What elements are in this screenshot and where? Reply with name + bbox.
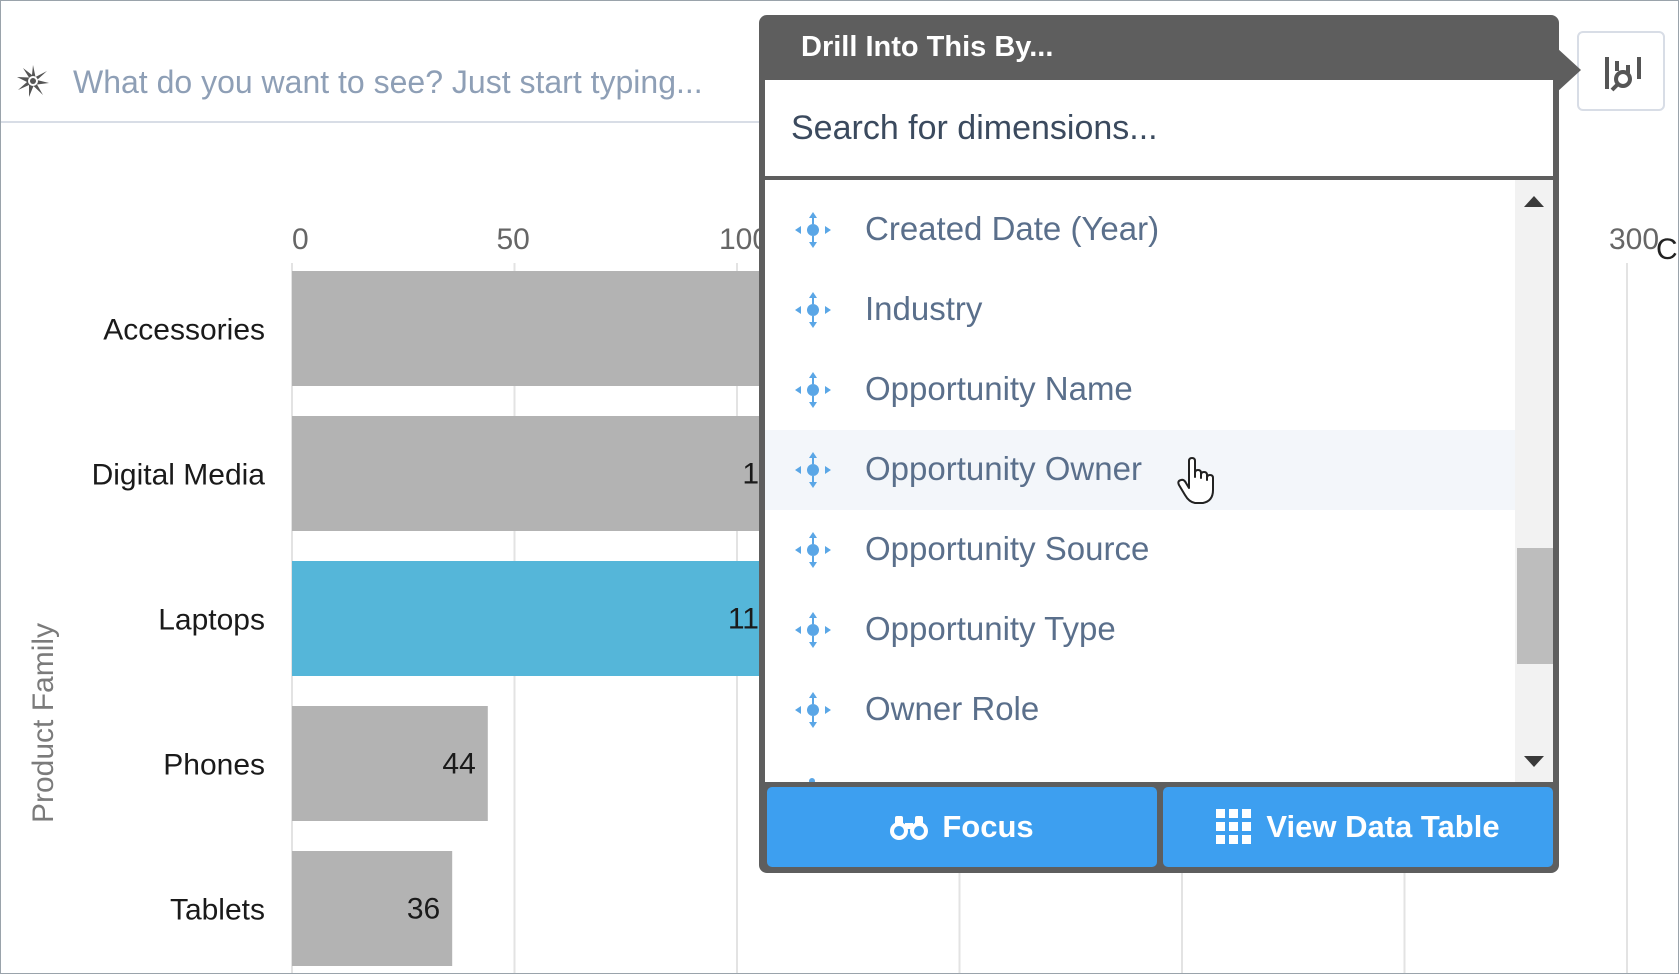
dimension-item[interactable]: Created Date (Year) xyxy=(765,190,1515,270)
popover-arrow xyxy=(1557,48,1581,92)
dimension-list: Created Date (Year) Industry Opportunity N… xyxy=(765,180,1553,782)
view-data-table-button[interactable]: View Data Table xyxy=(1163,787,1553,867)
dimension-move-icon xyxy=(793,690,833,730)
dimension-label: Opportunity Owner xyxy=(865,450,1142,487)
x-tick-label: 300 xyxy=(1609,223,1659,256)
bar[interactable] xyxy=(292,561,761,676)
dimension-move-icon xyxy=(793,370,833,410)
dimension-move-icon xyxy=(793,450,833,490)
view-data-table-label: View Data Table xyxy=(1266,809,1500,844)
explore-icon xyxy=(1605,57,1641,92)
dimension-label: Created Date (Year) xyxy=(865,210,1160,247)
scroll-thumb[interactable] xyxy=(1517,548,1553,664)
x-tick-label: 0 xyxy=(292,223,309,256)
popover-title: Drill Into This By... xyxy=(801,31,1054,63)
bar-value-label: 1 xyxy=(742,458,759,491)
y-axis-label: Product Family xyxy=(27,623,60,823)
dimension-item[interactable]: Opportunity Name xyxy=(765,350,1515,430)
sparkle-icon xyxy=(17,65,49,97)
dimension-move-icon xyxy=(793,290,833,330)
app-frame: 050100300CoProduct FamilyAccessoriesDigi… xyxy=(0,0,1679,974)
grid-icon xyxy=(1216,809,1252,844)
dimension-label: Opportunity Type xyxy=(865,610,1116,647)
explore-button[interactable] xyxy=(1577,31,1665,111)
query-input[interactable] xyxy=(73,57,753,107)
dimension-item[interactable]: Opportunity Type xyxy=(765,590,1515,670)
scrollbar[interactable] xyxy=(1515,180,1553,782)
bar-value-label: 36 xyxy=(407,893,440,926)
category-label: Phones xyxy=(163,749,265,782)
bar-value-label: 44 xyxy=(442,748,475,781)
dimension-item[interactable]: Owner Role xyxy=(765,670,1515,750)
partial-item-icon xyxy=(809,778,815,782)
dimension-move-icon xyxy=(793,530,833,570)
focus-label: Focus xyxy=(942,809,1034,844)
dimension-item[interactable]: Industry xyxy=(765,270,1515,350)
bar[interactable] xyxy=(292,416,761,531)
category-label: Laptops xyxy=(158,604,265,637)
dimension-item[interactable]: Opportunity Owner xyxy=(765,430,1515,510)
dimension-label: Industry xyxy=(865,290,983,327)
dimension-item[interactable]: Opportunity Source xyxy=(765,510,1515,590)
bar-value-label: 11 xyxy=(728,603,759,636)
category-label: Digital Media xyxy=(92,459,266,492)
dimension-label: Owner Role xyxy=(865,690,1040,727)
dimension-label: Opportunity Source xyxy=(865,530,1150,567)
x-axis-label-partial: Co xyxy=(1656,233,1679,266)
x-tick-label: 50 xyxy=(497,223,530,256)
category-label: Accessories xyxy=(103,314,265,347)
hand-cursor-icon xyxy=(1177,457,1214,504)
focus-button[interactable]: Focus xyxy=(767,787,1157,867)
dimension-label: Opportunity Name xyxy=(865,370,1133,407)
binoculars-icon xyxy=(890,816,929,840)
scroll-down-arrow[interactable] xyxy=(1524,756,1544,767)
dimension-search-input[interactable] xyxy=(765,80,1553,176)
scroll-up-arrow[interactable] xyxy=(1524,196,1544,207)
category-label: Tablets xyxy=(170,894,265,927)
dimension-move-icon xyxy=(793,210,833,250)
bar[interactable] xyxy=(292,271,761,386)
search-bar xyxy=(1,1,771,123)
dimension-move-icon xyxy=(793,610,833,650)
drill-popover: Drill Into This By... Created Date (Year… xyxy=(759,15,1559,873)
